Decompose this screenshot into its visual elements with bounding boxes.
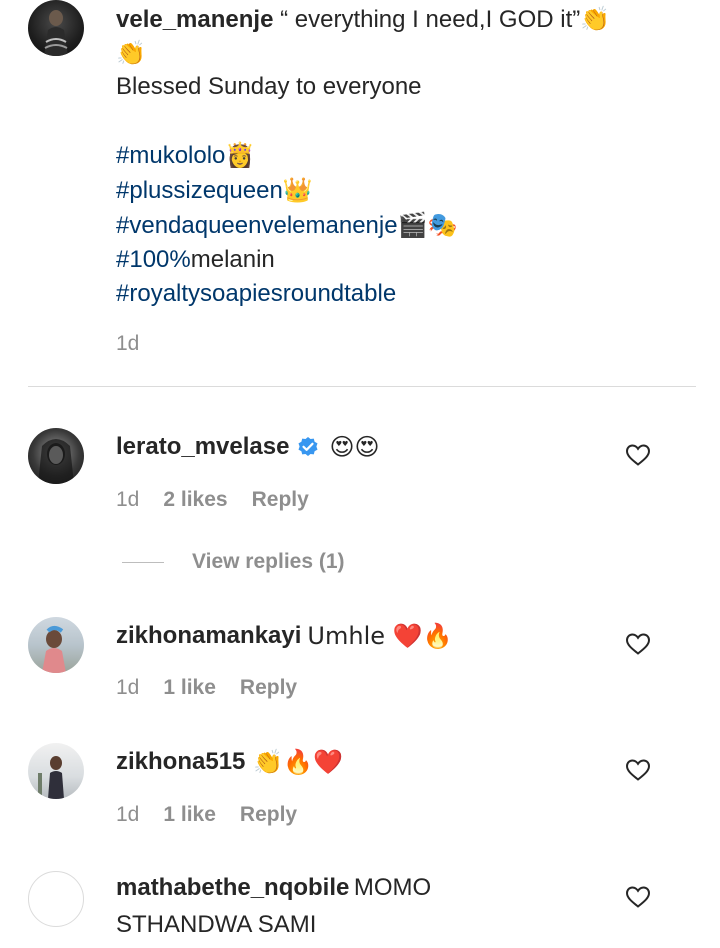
comment-username[interactable]: zikhonamankayi bbox=[116, 622, 301, 650]
comment-avatar-zikhona515[interactable] bbox=[28, 743, 84, 799]
avatar-image bbox=[42, 626, 66, 673]
reply-button[interactable]: Reply bbox=[240, 803, 297, 827]
comment-1-meta: 1d 2 likes Reply bbox=[116, 488, 309, 512]
clap-emoji-2: 👏 bbox=[116, 39, 146, 67]
comment-username[interactable]: lerato_mvelase bbox=[116, 433, 289, 461]
caption-quote: “ everything I need,I GOD it” bbox=[280, 6, 581, 33]
comment-time: 1d bbox=[116, 488, 140, 511]
caption-text: Blessed Sunday to everyone bbox=[116, 73, 422, 100]
comment-likes[interactable]: 1 like bbox=[163, 803, 216, 827]
hashtag-100[interactable]: #100%melanin bbox=[116, 243, 457, 277]
clap-emoji: 👏 bbox=[580, 5, 611, 33]
caption-divider bbox=[28, 386, 696, 387]
hashtag-suffix: melanin bbox=[190, 246, 275, 273]
comment-avatar-mathabethe[interactable] bbox=[28, 871, 84, 927]
reply-button[interactable]: Reply bbox=[240, 676, 297, 700]
comment-time: 1d bbox=[116, 803, 140, 826]
hashtag-vendaqueen[interactable]: #vendaqueenvelemanenje🎬🎭 bbox=[116, 208, 457, 243]
crown-emoji: 👑 bbox=[282, 176, 313, 204]
princess-emoji: 👸 bbox=[225, 141, 256, 169]
comment-2-meta: 1d 1 like Reply bbox=[116, 676, 297, 700]
comment-text-line2: STHANDWA SAMI bbox=[116, 911, 317, 938]
clapper-theater-emoji: 🎬🎭 bbox=[397, 211, 458, 239]
view-replies-button[interactable]: View replies (1) bbox=[192, 550, 345, 574]
comment-username[interactable]: zikhona515 bbox=[116, 748, 245, 776]
comment-3-body: zikhona515 👏🔥❤️ bbox=[116, 745, 343, 779]
comment-text: MOMO bbox=[353, 874, 432, 901]
comment-username[interactable]: mathabethe_nqobile bbox=[116, 874, 349, 901]
avatar-image bbox=[44, 10, 68, 56]
comment-3-meta: 1d 1 like Reply bbox=[116, 803, 297, 827]
caption-time: 1d bbox=[116, 332, 140, 355]
like-heart-icon[interactable] bbox=[625, 632, 651, 656]
view-replies-line bbox=[122, 562, 164, 563]
caption-hashtags: #mukololo👸 #plussizequeen👑 #vendaqueenve… bbox=[116, 138, 457, 311]
comment-likes[interactable]: 2 likes bbox=[163, 488, 227, 512]
comment-1-body: lerato_mvelase 😍😍 bbox=[116, 430, 380, 464]
comment-likes[interactable]: 1 like bbox=[163, 676, 216, 700]
comment-text: 😍😍 bbox=[329, 433, 380, 461]
comment-text: Umhle ❤️🔥 bbox=[307, 622, 453, 650]
comment-4-body: mathabethe_nqobile MOMO STHANDWA SAMI bbox=[116, 871, 616, 945]
hashtag-royaltysoapies[interactable]: #royaltysoapiesroundtable bbox=[116, 277, 457, 311]
comment-text: 👏🔥❤️ bbox=[253, 748, 344, 776]
like-heart-icon[interactable] bbox=[625, 885, 651, 909]
like-heart-icon[interactable] bbox=[625, 443, 651, 467]
like-heart-icon[interactable] bbox=[625, 758, 651, 782]
hashtag-mukololo[interactable]: #mukololo👸 bbox=[116, 138, 457, 173]
caption-first-line: vele_manenje “ everything I need,I GOD i… bbox=[116, 2, 676, 37]
comment-avatar-lerato[interactable] bbox=[28, 428, 84, 484]
comment-avatar-zikhonamankayi[interactable] bbox=[28, 617, 84, 673]
hashtag-plussizequeen[interactable]: #plussizequeen👑 bbox=[116, 173, 457, 208]
avatar-image bbox=[38, 439, 74, 484]
verified-badge-icon bbox=[297, 436, 319, 458]
comment-2-body: zikhonamankayi Umhle ❤️🔥 bbox=[116, 619, 452, 653]
avatar-image bbox=[38, 756, 64, 799]
comment-time: 1d bbox=[116, 676, 140, 699]
caption-username[interactable]: vele_manenje bbox=[116, 6, 273, 33]
reply-button[interactable]: Reply bbox=[252, 488, 309, 512]
caption-author-avatar[interactable] bbox=[28, 0, 84, 56]
